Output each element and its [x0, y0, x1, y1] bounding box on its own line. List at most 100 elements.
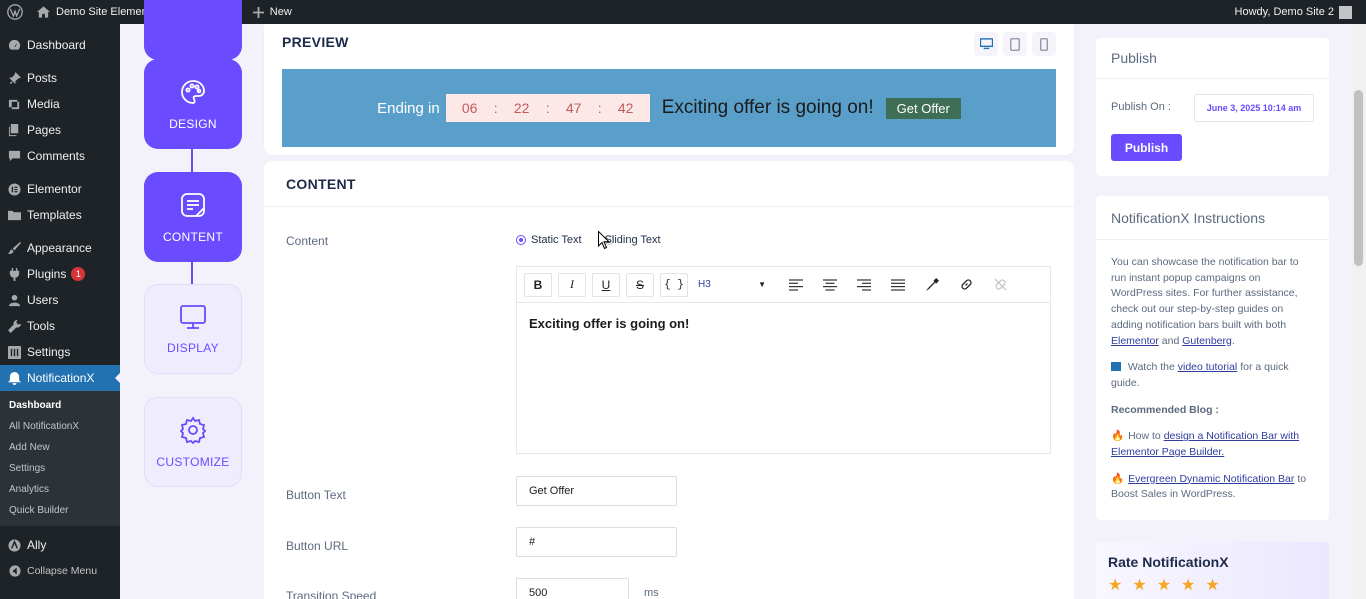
content-field-label: Content	[286, 234, 329, 248]
code-button[interactable]: { }	[660, 272, 688, 297]
unlink-button[interactable]	[986, 273, 1014, 297]
publish-button[interactable]: Publish	[1111, 134, 1182, 161]
builder-steps: DESIGN CONTENT DISPLAY CUSTOMIZE	[120, 0, 265, 599]
sidebar-item-label: Settings	[27, 345, 71, 359]
align-right-button[interactable]	[850, 273, 878, 297]
step-source[interactable]	[144, 0, 242, 60]
sidebar-item-users[interactable]: Users	[0, 287, 120, 313]
sidebar-item-comments[interactable]: Comments	[0, 143, 120, 169]
admin-sidebar: Dashboard Posts Media Pages Comments Ele…	[0, 24, 121, 599]
mobile-view-button[interactable]	[1032, 32, 1056, 56]
step-design-label: DESIGN	[169, 116, 217, 131]
sliding-text-label[interactable]: Sliding Text	[605, 234, 661, 246]
sidebar-item-templates[interactable]: Templates	[0, 202, 120, 228]
pin-icon	[8, 71, 21, 85]
sidebar-item-plugins[interactable]: Plugins 1	[0, 261, 120, 287]
sidebar-item-media[interactable]: Media	[0, 91, 120, 117]
new-content-link[interactable]: New	[246, 0, 299, 24]
star-icon[interactable]: ★	[1181, 575, 1195, 595]
button-url-input[interactable]: #	[516, 527, 677, 557]
bold-button[interactable]: B	[524, 272, 552, 297]
align-justify-button[interactable]	[884, 273, 912, 297]
collapse-menu-label: Collapse Menu	[27, 565, 98, 577]
sidebar-item-label: Dashboard	[27, 38, 86, 52]
scrollbar-thumb[interactable]	[1354, 90, 1363, 266]
sidebar-item-label: Appearance	[27, 241, 92, 255]
editor-content[interactable]: Exciting offer is going on!	[517, 303, 1050, 344]
unlink-icon	[993, 278, 1007, 291]
desktop-view-button[interactable]	[974, 32, 998, 56]
sidebar-item-tools[interactable]: Tools	[0, 313, 120, 339]
submenu-item-add-new[interactable]: Add New	[0, 437, 120, 458]
sidebar-item-label: Posts	[27, 71, 58, 85]
button-text-input[interactable]: Get Offer	[516, 476, 677, 506]
gutenberg-guide-link[interactable]: Gutenberg	[1182, 335, 1232, 347]
publish-date-picker[interactable]: June 3, 2025 10:14 am	[1194, 94, 1314, 122]
tablet-view-button[interactable]	[1003, 32, 1027, 56]
video-tutorial-line: Watch the video tutorial for a quick gui…	[1111, 360, 1314, 391]
countdown-timer: 06 : 22 : 47 : 42	[445, 94, 650, 122]
elementor-guide-link[interactable]: Elementor	[1111, 335, 1159, 347]
sidebar-item-posts[interactable]: Posts	[0, 65, 120, 91]
get-offer-button[interactable]: Get Offer	[885, 97, 961, 119]
timer-separator: :	[545, 100, 550, 116]
sidebar-item-label: Media	[27, 97, 60, 111]
wordpress-logo-icon[interactable]	[0, 0, 30, 24]
color-picker-button[interactable]	[918, 273, 946, 297]
sidebar-item-label: NotificationX	[27, 371, 95, 385]
underline-button[interactable]: U	[592, 272, 620, 297]
rate-box: Rate NotificationX ★ ★ ★ ★ ★	[1096, 542, 1329, 599]
sidebar-item-label: Comments	[27, 149, 86, 163]
step-content[interactable]: CONTENT	[144, 172, 242, 262]
sidebar-item-ally[interactable]: Ally	[0, 532, 120, 558]
submenu-item-dashboard[interactable]: Dashboard	[0, 395, 120, 416]
sidebar-item-notificationx[interactable]: NotificationX	[0, 365, 121, 391]
heading-select[interactable]: H3 ▼	[694, 273, 772, 297]
button-url-label: Button URL	[286, 539, 349, 553]
video-tutorial-link[interactable]: video tutorial	[1178, 361, 1238, 373]
sidebar-item-settings[interactable]: Settings	[0, 339, 120, 365]
star-icon[interactable]: ★	[1205, 575, 1219, 595]
plugins-update-badge: 1	[71, 267, 86, 281]
notification-bar-preview: Ending in 06 : 22 : 47 : 42 Exciting off…	[282, 69, 1056, 147]
star-icon[interactable]: ★	[1132, 575, 1146, 595]
collapse-menu-button[interactable]: Collapse Menu	[0, 558, 120, 584]
submenu-item-analytics[interactable]: Analytics	[0, 479, 120, 500]
desktop-icon	[979, 38, 993, 50]
my-account[interactable]: Howdy, Demo Site 2	[1235, 5, 1366, 19]
step-customize[interactable]: CUSTOMIZE	[144, 397, 242, 487]
star-rating: ★ ★ ★ ★ ★	[1108, 575, 1220, 595]
align-center-button[interactable]	[816, 273, 844, 297]
static-text-radio[interactable]	[516, 235, 526, 245]
gear-icon	[179, 415, 207, 447]
step-display[interactable]: DISPLAY	[144, 284, 242, 374]
submenu-item-all-notificationx[interactable]: All NotificationX	[0, 416, 120, 437]
blog-link-evergreen-bar[interactable]: Evergreen Dynamic Notification Bar	[1128, 473, 1294, 485]
strikethrough-button[interactable]: S	[626, 272, 654, 297]
transition-speed-input[interactable]: 500	[516, 578, 629, 599]
static-text-label[interactable]: Static Text	[531, 234, 582, 246]
sidebar-item-dashboard[interactable]: Dashboard	[0, 32, 120, 58]
sidebar-item-label: Users	[27, 293, 59, 307]
submenu-item-settings[interactable]: Settings	[0, 458, 120, 479]
star-icon[interactable]: ★	[1108, 575, 1122, 595]
link-button[interactable]	[952, 273, 980, 297]
and-text: and	[1161, 334, 1180, 347]
submenu-item-quick-builder[interactable]: Quick Builder	[0, 500, 120, 521]
instructions-intro: You can showcase the notification bar to…	[1111, 255, 1314, 349]
sidebar-item-appearance[interactable]: Appearance	[0, 235, 120, 261]
sidebar-item-pages[interactable]: Pages	[0, 117, 120, 143]
document-icon	[179, 191, 207, 222]
step-connector	[191, 148, 193, 173]
italic-button[interactable]: I	[558, 272, 586, 297]
blog-item: 🔥 Evergreen Dynamic Notification Bar to B…	[1111, 472, 1314, 503]
eyedropper-icon	[925, 278, 939, 291]
align-right-icon	[857, 278, 871, 291]
align-left-button[interactable]	[782, 273, 810, 297]
sidebar-item-elementor[interactable]: Elementor	[0, 176, 120, 202]
page-scrollbar[interactable]	[1351, 24, 1366, 599]
monitor-icon	[179, 304, 207, 333]
star-icon[interactable]: ★	[1157, 575, 1171, 595]
elementor-icon	[8, 182, 21, 196]
step-design[interactable]: DESIGN	[144, 59, 242, 149]
